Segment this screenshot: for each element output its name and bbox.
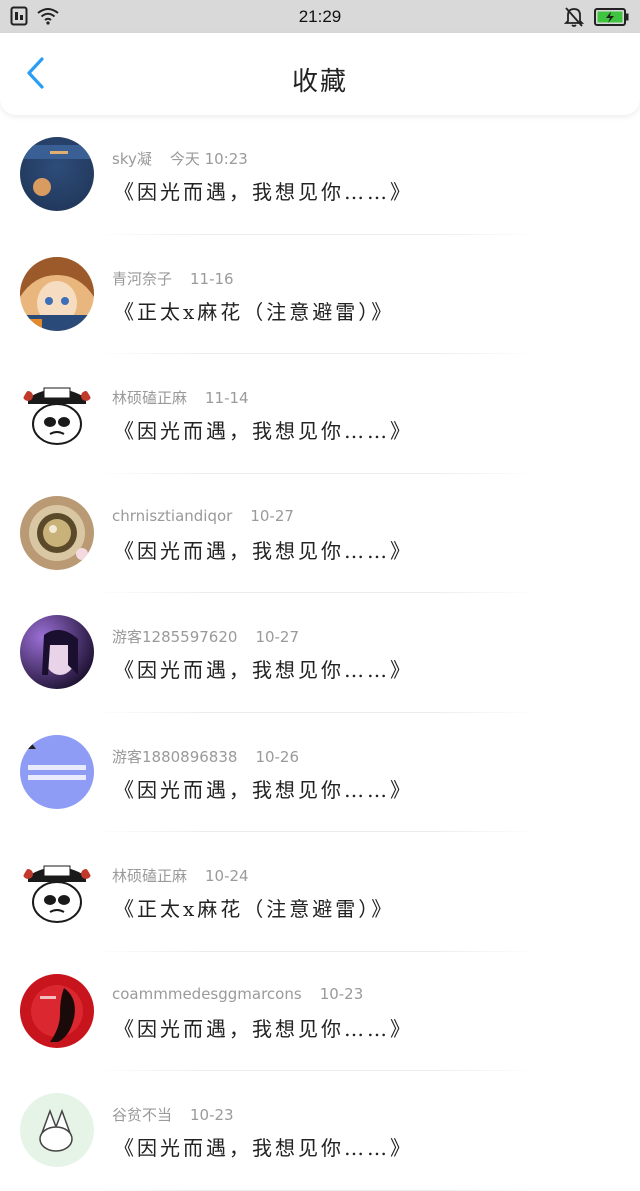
list-item[interactable]: 林硕磕正麻 10-24 《正太x麻花（注意避雷）》 [0, 832, 640, 952]
list-item[interactable]: 林硕磕正麻 11-14 《因光而遇，我想见你……》 [0, 354, 640, 474]
item-meta: sky凝 今天 10:23 [112, 148, 248, 169]
author-name: coammmedesggmarcons [112, 984, 302, 1003]
item-title: 《因光而遇，我想见你……》 [114, 538, 413, 563]
item-title: 《正太x麻花（注意避雷）》 [114, 299, 395, 324]
item-meta: 游客1285597620 10-27 [112, 626, 299, 647]
divider [94, 1189, 542, 1191]
item-meta: 青河奈子 11-16 [112, 268, 234, 289]
item-meta: coammmedesggmarcons 10-23 [112, 985, 363, 1003]
status-right [563, 6, 630, 32]
item-meta: 林硕磕正麻 10-24 [112, 865, 249, 886]
nav-header: 收藏 [0, 33, 640, 115]
item-title: 《因光而遇，我想见你……》 [114, 419, 413, 443]
bell-muted-icon [563, 6, 585, 32]
post-date: 10-24 [205, 867, 249, 885]
list-item[interactable]: 游客1285597620 10-27 《因光而遇，我想见你……》 [0, 593, 640, 713]
item-title: 《因光而遇，我想见你……》 [114, 658, 413, 682]
item-title: 《因光而遇，我想见你……》 [114, 180, 413, 204]
post-date: 10-27 [250, 506, 294, 525]
author-name: 林硕磕正麻 [112, 389, 188, 407]
item-title: 《因光而遇，我想见你……》 [114, 1016, 413, 1041]
favorites-list: sky凝 今天 10:23 《因光而遇，我想见你……》 青河奈子 11-16 《正太… [0, 115, 640, 1191]
battery-icon [594, 8, 630, 30]
post-date: 10-26 [255, 747, 300, 766]
item-title: 《因光而遇，我想见你……》 [114, 1136, 413, 1160]
avatar [20, 495, 94, 570]
avatar [20, 854, 94, 928]
avatar [20, 973, 94, 1048]
status-bar: 21:29 [0, 0, 640, 33]
post-date: 11-14 [205, 389, 249, 407]
author-name: 游客1285597620 [112, 628, 238, 646]
status-left [10, 6, 60, 30]
author-name: chrnisztiandiqor [112, 506, 233, 525]
wifi-icon [36, 7, 60, 29]
list-item[interactable]: 游客1880896838 10-26 《因光而遇，我想见你……》 [0, 713, 640, 832]
author-name: 游客1880896838 [112, 747, 238, 766]
author-name: 林硕磕正麻 [112, 867, 188, 885]
avatar [20, 1093, 94, 1167]
page-title: 收藏 [291, 67, 348, 97]
list-item[interactable]: sky凝 今天 10:23 《因光而遇，我想见你……》 [0, 115, 640, 235]
post-date: 10-23 [319, 984, 364, 1003]
avatar [20, 734, 94, 809]
item-meta: 谷贫不当 10-23 [112, 1104, 234, 1125]
author-name: sky凝 [112, 150, 152, 168]
list-item[interactable]: 谷贫不当 10-23 《因光而遇，我想见你……》 [0, 1071, 640, 1191]
item-title: 《正太x麻花（注意避雷）》 [114, 897, 395, 921]
post-date: 11-16 [190, 269, 234, 288]
item-meta: 游客1880896838 10-26 [112, 746, 299, 767]
avatar [20, 256, 94, 331]
post-date: 10-27 [255, 628, 300, 646]
avatar [20, 137, 94, 211]
item-title: 《因光而遇，我想见你……》 [114, 777, 413, 802]
list-item[interactable]: chrnisztiandiqor 10-27 《因光而遇，我想见你……》 [0, 474, 640, 593]
sim-icon [10, 6, 28, 30]
author-name: 青河奈子 [112, 269, 173, 288]
item-meta: 林硕磕正麻 11-14 [112, 387, 249, 408]
author-name: 谷贫不当 [112, 1106, 173, 1124]
avatar [20, 376, 94, 450]
post-date: 今天 10:23 [169, 150, 248, 168]
status-time: 21:29 [298, 6, 342, 26]
list-item[interactable]: coammmedesggmarcons 10-23 《因光而遇，我想见你……》 [0, 952, 640, 1071]
post-date: 10-23 [190, 1106, 234, 1124]
list-item[interactable]: 青河奈子 11-16 《正太x麻花（注意避雷）》 [0, 235, 640, 354]
item-meta: chrnisztiandiqor 10-27 [112, 507, 294, 525]
avatar [20, 615, 94, 689]
